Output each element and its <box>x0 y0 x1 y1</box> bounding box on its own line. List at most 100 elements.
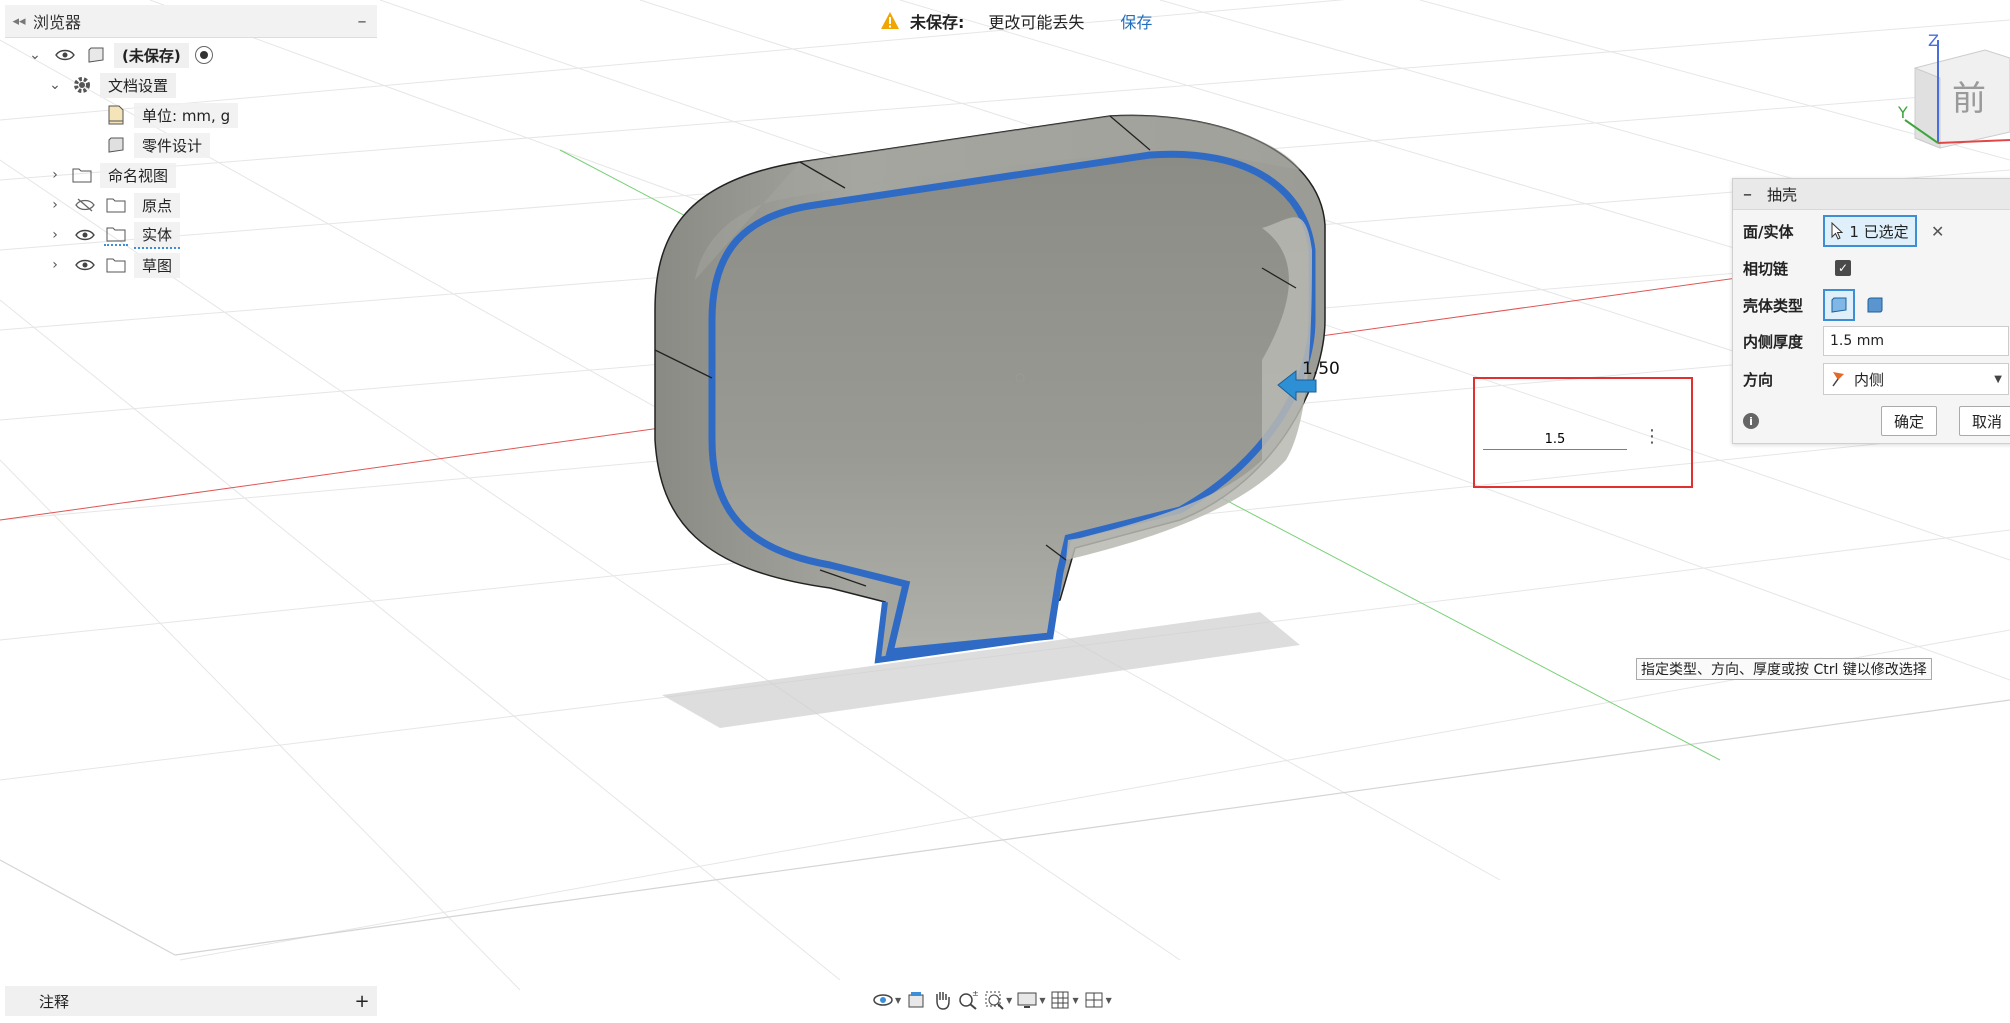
tree-label: 实体 <box>134 221 181 249</box>
viewcube-z-label: Z <box>1928 31 1939 50</box>
folder-icon <box>104 224 128 246</box>
gear-icon <box>70 75 94 95</box>
component-icon <box>84 45 108 65</box>
look-at-icon <box>908 992 924 1008</box>
direction-row: 方向 内侧 ▼ <box>1743 363 2009 395</box>
activate-radio[interactable] <box>194 46 213 64</box>
shell-dialog-header[interactable]: – 抽壳 <box>1733 179 2010 210</box>
grid-settings-tool[interactable]: ▼ <box>1049 986 1079 1014</box>
body-icon <box>104 135 128 155</box>
inside-thickness-input[interactable]: 1.5 mm <box>1823 326 2009 356</box>
shell-type-sharp-button[interactable] <box>1823 289 1855 321</box>
unsaved-title: 未保存: <box>910 13 965 32</box>
tree-item-root[interactable]: ⌄ (未保存) <box>26 40 213 70</box>
monitor-icon <box>1017 992 1037 1008</box>
orbit-tool[interactable]: ▼ <box>872 986 901 1014</box>
unsaved-banner: 未保存: 更改可能丢失 保存 <box>880 6 1152 36</box>
navigation-toolbar: ▼ ± ▼ ▼ ▼ ▼ <box>872 984 1172 1016</box>
viewcube-y-label: Y <box>1897 103 1908 122</box>
shell-type-rounded-button[interactable] <box>1861 291 1889 319</box>
svg-text:±: ± <box>972 989 979 998</box>
tree-label: 文档设置 <box>100 72 177 98</box>
tree-item-bodies[interactable]: › 实体 <box>46 220 181 250</box>
minimize-button[interactable]: – <box>347 11 377 32</box>
direction-value: 内侧 <box>1854 370 1885 389</box>
tree-item-document-settings[interactable]: ⌄ 文档设置 <box>46 70 177 100</box>
folder-icon <box>104 255 128 275</box>
pan-tool[interactable] <box>931 986 953 1014</box>
shell-dialog: – 抽壳 面/实体 1 已选定 ✕ 相切链 ✓ 壳体类型 内侧厚度 1.5 mm… <box>1732 178 2010 444</box>
chevron-right-icon[interactable]: › <box>46 227 64 243</box>
viewports-icon <box>1085 992 1103 1008</box>
annotations-label: 注释 <box>39 992 70 1011</box>
shell-body[interactable] <box>654 114 1326 664</box>
chevron-right-icon[interactable]: › <box>46 257 64 273</box>
hint-tooltip: 指定类型、方向、厚度或按 Ctrl 键以修改选择 <box>1636 658 1932 680</box>
look-at-tool[interactable] <box>905 986 927 1014</box>
tree-item-part-design[interactable]: 零件设计 <box>98 130 211 160</box>
shell-type-label: 壳体类型 <box>1743 296 1804 315</box>
viewcube-face-label: 前 <box>1952 79 1986 119</box>
folder-icon <box>70 165 94 185</box>
add-annotation-button[interactable]: + <box>347 991 377 1012</box>
shell-dialog-title: 抽壳 <box>1767 185 1798 204</box>
tree-item-named-views[interactable]: › 命名视图 <box>46 160 177 190</box>
display-settings-tool[interactable]: ▼ <box>1016 986 1045 1014</box>
collapse-icon[interactable]: – <box>1743 184 1759 205</box>
annotations-panel[interactable]: 注释 + <box>5 986 377 1016</box>
tree-label: 草图 <box>134 252 181 278</box>
shell-type-row: 壳体类型 <box>1743 289 1895 321</box>
dimension-label: 1.50 <box>1302 359 1340 379</box>
eye-hidden-icon[interactable] <box>72 196 98 214</box>
zoom-icon: ± <box>959 989 979 1010</box>
fit-tool[interactable]: ▼ <box>983 986 1012 1014</box>
tree-label: 命名视图 <box>100 162 177 188</box>
viewports-tool[interactable]: ▼ <box>1083 986 1112 1014</box>
ok-button[interactable]: 确定 <box>1881 406 1938 436</box>
face-body-row: 面/实体 1 已选定 ✕ <box>1743 215 1944 247</box>
chevron-down-icon[interactable]: ⌄ <box>26 47 44 63</box>
fit-window-icon <box>985 991 1004 1010</box>
clear-selection-icon[interactable]: ✕ <box>1931 222 1944 241</box>
warning-icon <box>880 11 900 31</box>
inside-thickness-label: 内侧厚度 <box>1743 332 1804 351</box>
chevron-down-icon[interactable]: ⌄ <box>46 77 64 93</box>
tree-item-units[interactable]: 单位: mm, g <box>98 100 239 130</box>
unsaved-message: 更改可能丢失 <box>988 13 1085 32</box>
tangent-chain-row: 相切链 ✓ <box>1743 252 1851 284</box>
zoom-tool[interactable]: ± <box>957 986 979 1014</box>
shell-dialog-footer: i 确定 取消 <box>1733 401 2010 441</box>
save-link[interactable]: 保存 <box>1120 9 1152 33</box>
cursor-icon <box>1831 222 1844 240</box>
direction-select[interactable]: 内侧 ▼ <box>1823 363 2009 395</box>
hand-icon <box>936 992 950 1010</box>
info-icon[interactable]: i <box>1743 413 1759 429</box>
eye-icon[interactable] <box>72 226 98 244</box>
tangent-chain-checkbox[interactable]: ✓ <box>1835 260 1851 276</box>
tree-label: 零件设计 <box>134 132 211 158</box>
thickness-value-input[interactable] <box>1483 429 1627 450</box>
tree-label: 原点 <box>134 192 181 218</box>
cancel-button[interactable]: 取消 <box>1959 406 2010 436</box>
direction-icon <box>1832 372 1844 387</box>
grid-icon <box>1051 991 1069 1009</box>
tree-item-sketches[interactable]: › 草图 <box>46 250 181 280</box>
tree-label: 单位: mm, g <box>134 102 239 128</box>
collapse-panel-icon[interactable]: ◂◂ <box>5 14 33 29</box>
more-options-icon[interactable]: ⋮ <box>1643 427 1661 449</box>
tree-root-label: (未保存) <box>114 42 189 68</box>
canvas-viewport[interactable]: 1.50 前 Z Y <box>0 0 2010 1023</box>
eye-icon[interactable] <box>72 256 98 274</box>
inside-thickness-row: 内侧厚度 1.5 mm <box>1743 325 2009 357</box>
face-body-label: 面/实体 <box>1743 222 1794 241</box>
orbit-icon <box>873 994 893 1006</box>
document-icon <box>104 105 128 125</box>
eye-icon[interactable] <box>52 46 78 64</box>
chevron-right-icon[interactable]: › <box>46 167 64 183</box>
selection-button[interactable]: 1 已选定 <box>1823 215 1917 247</box>
browser-header: ◂◂ 浏览器 – <box>5 5 377 38</box>
highlight-box: ⋮ <box>1473 377 1693 488</box>
browser-title: 浏览器 <box>33 13 82 32</box>
tree-item-origin[interactable]: › 原点 <box>46 190 181 220</box>
chevron-right-icon[interactable]: › <box>46 197 64 213</box>
